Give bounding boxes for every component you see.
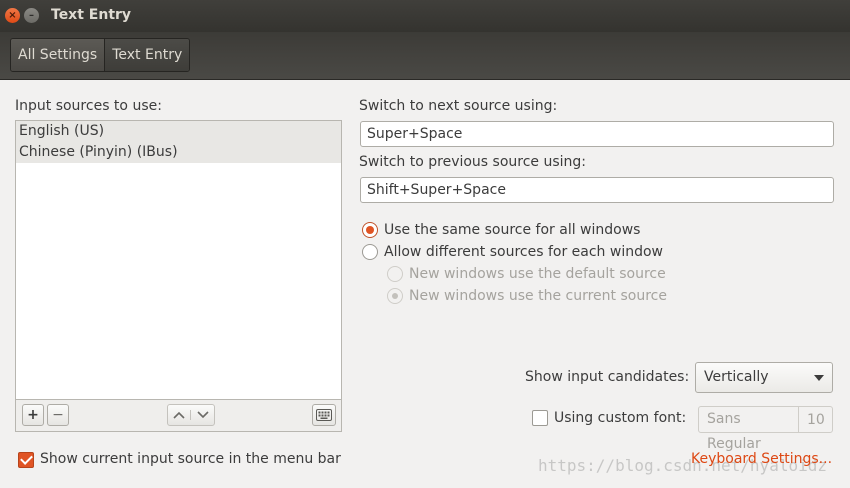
input-candidates-label: Show input candidates: bbox=[525, 369, 690, 385]
list-item[interactable]: Chinese (Pinyin) (IBus) bbox=[16, 142, 341, 163]
remove-icon: − bbox=[52, 407, 64, 423]
title-bar: × – Text Entry bbox=[0, 0, 850, 32]
different-sources-radio[interactable] bbox=[362, 244, 378, 260]
input-sources-label: Input sources to use: bbox=[15, 98, 162, 114]
current-source-option: New windows use the current source bbox=[387, 288, 667, 304]
text-entry-crumb-button[interactable]: Text Entry bbox=[105, 39, 190, 71]
close-icon[interactable]: × bbox=[5, 8, 20, 23]
all-settings-button[interactable]: All Settings bbox=[11, 39, 106, 71]
current-source-radio bbox=[387, 288, 403, 304]
move-up-button[interactable] bbox=[168, 410, 192, 420]
move-buttons-group bbox=[167, 404, 215, 426]
next-source-label: Switch to next source using: bbox=[359, 98, 558, 114]
show-in-menu-bar-label: Show current input source in the menu ba… bbox=[40, 451, 341, 467]
add-source-button[interactable]: + bbox=[22, 404, 44, 426]
keyboard-settings-link[interactable]: Keyboard Settings... bbox=[691, 451, 832, 467]
font-chooser-button: Sans Regular 10 bbox=[698, 406, 833, 452]
different-sources-label: Allow different sources for each window bbox=[384, 244, 663, 260]
input-candidates-value: Vertically bbox=[704, 369, 769, 385]
current-source-label: New windows use the current source bbox=[409, 288, 667, 304]
show-in-menu-bar-checkbox[interactable] bbox=[18, 452, 34, 468]
same-source-option[interactable]: Use the same source for all windows bbox=[362, 222, 640, 238]
default-source-label: New windows use the default source bbox=[409, 266, 666, 282]
same-source-radio[interactable] bbox=[362, 222, 378, 238]
breadcrumb: All Settings Text Entry bbox=[10, 38, 191, 72]
keyboard-icon bbox=[316, 409, 332, 421]
default-source-option: New windows use the default source bbox=[387, 266, 666, 282]
list-toolbar: + − bbox=[15, 400, 342, 432]
same-source-label: Use the same source for all windows bbox=[384, 222, 641, 238]
different-sources-option[interactable]: Allow different sources for each window bbox=[362, 244, 663, 260]
window-title: Text Entry bbox=[51, 7, 132, 23]
font-size: 10 bbox=[807, 411, 825, 428]
font-name: Sans Regular bbox=[699, 407, 799, 452]
default-source-radio bbox=[387, 266, 403, 282]
custom-font-checkbox[interactable] bbox=[532, 410, 548, 426]
prev-source-shortcut-field[interactable]: Shift+Super+Space bbox=[360, 177, 834, 203]
toolbar: All Settings Text Entry bbox=[0, 32, 850, 80]
minimize-icon[interactable]: – bbox=[24, 8, 39, 23]
list-item[interactable]: English (US) bbox=[16, 121, 341, 142]
custom-font-label: Using custom font: bbox=[554, 410, 687, 426]
input-sources-list[interactable]: English (US) Chinese (Pinyin) (IBus) bbox=[15, 120, 342, 400]
prev-source-label: Switch to previous source using: bbox=[359, 154, 587, 170]
next-source-shortcut-field[interactable]: Super+Space bbox=[360, 121, 834, 147]
chevron-up-icon bbox=[173, 411, 185, 419]
list-selection-area: English (US) Chinese (Pinyin) (IBus) bbox=[16, 121, 341, 163]
add-icon: + bbox=[27, 407, 39, 423]
input-candidates-dropdown[interactable]: Vertically bbox=[695, 362, 833, 393]
chevron-down-icon bbox=[196, 411, 209, 419]
remove-source-button[interactable]: − bbox=[47, 404, 69, 426]
dropdown-arrow-icon bbox=[814, 375, 824, 381]
move-down-button[interactable] bbox=[191, 410, 214, 420]
keyboard-layout-button[interactable] bbox=[312, 404, 336, 426]
